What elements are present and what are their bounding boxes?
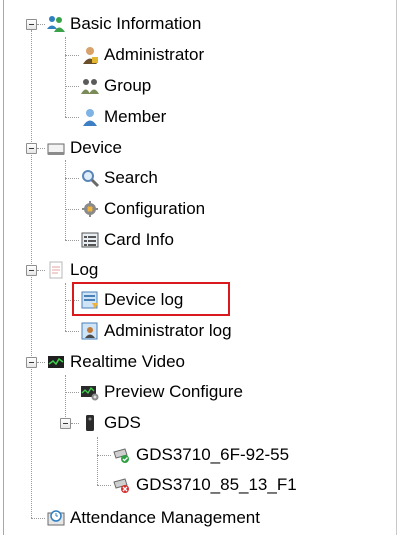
camera-offline-icon — [112, 475, 132, 495]
tree-node-label: Basic Information — [70, 14, 202, 33]
tree-node-gds3710-85-13-f1[interactable]: GDS3710_85_13_F1 — [112, 473, 297, 497]
group-users-icon — [80, 76, 100, 96]
tree-node-label: GDS — [104, 413, 141, 432]
tree-node-label: GDS3710_85_13_F1 — [136, 475, 297, 494]
tree-node-label: Administrator log — [104, 321, 232, 340]
tree-connector — [65, 178, 79, 179]
tree-node-attendance-management[interactable]: Attendance Management — [46, 506, 260, 530]
navigation-tree-panel: Basic Information Administrator Group Me… — [0, 0, 399, 535]
tree-node-administrator[interactable]: Administrator — [80, 43, 204, 67]
tree-node-label: Preview Configure — [104, 382, 243, 401]
tree-connector — [31, 518, 45, 519]
tree-node-realtime-video[interactable]: Realtime Video — [46, 350, 185, 374]
tree-connector — [37, 270, 45, 271]
search-magnifier-icon — [80, 168, 100, 188]
admin-log-icon — [80, 321, 100, 341]
tree-node-label: Member — [104, 107, 167, 126]
tree-connector — [65, 55, 79, 56]
collapse-toggle-realtime-video[interactable] — [26, 357, 37, 368]
tree-connector — [97, 455, 111, 456]
camera-online-icon — [112, 445, 132, 465]
tree-connector — [37, 148, 45, 149]
attendance-clock-icon — [46, 508, 66, 528]
tree-node-basic-information[interactable]: Basic Information — [46, 12, 201, 36]
tree-node-label: Attendance Management — [70, 508, 260, 527]
gds-device-icon — [80, 413, 100, 433]
collapse-toggle-basic-information[interactable] — [26, 19, 37, 30]
card-list-icon — [80, 230, 100, 250]
collapse-toggle-gds[interactable] — [60, 418, 71, 429]
tree-connector — [71, 423, 79, 424]
tree-connector — [97, 485, 111, 486]
tree-node-label: Card Info — [104, 230, 174, 249]
tree-node-device[interactable]: Device — [46, 136, 122, 160]
tree-node-gds[interactable]: GDS — [80, 411, 141, 435]
tree-node-device-log[interactable]: Device log — [80, 288, 183, 312]
tree-connector — [65, 209, 79, 210]
tree-connector — [65, 86, 79, 87]
panel-right-border — [396, 0, 397, 535]
tree-node-member[interactable]: Member — [80, 105, 166, 129]
tree-connector — [65, 283, 66, 331]
member-user-icon — [80, 107, 100, 127]
tree-connector — [65, 331, 79, 332]
collapse-toggle-device[interactable] — [26, 143, 37, 154]
tree-node-label: Group — [104, 76, 152, 95]
tree-node-search[interactable]: Search — [80, 166, 158, 190]
log-document-icon — [46, 260, 66, 280]
tree-connector — [65, 375, 66, 423]
tree-node-log[interactable]: Log — [46, 258, 98, 282]
tree-node-label: Device log — [104, 290, 184, 309]
tree-connector — [65, 240, 79, 241]
video-monitor-icon — [46, 352, 66, 372]
tree-node-label: GDS3710_6F-92-55 — [136, 445, 290, 464]
preview-configure-icon — [80, 382, 100, 402]
panel-left-border — [3, 0, 4, 535]
tree-node-configuration[interactable]: Configuration — [80, 197, 205, 221]
tree-node-label: Realtime Video — [70, 352, 185, 371]
tree-connector — [97, 437, 98, 485]
people-group-icon — [46, 14, 66, 34]
tree-connector — [65, 392, 79, 393]
tree-connector — [37, 24, 45, 25]
collapse-toggle-log[interactable] — [26, 265, 37, 276]
device-icon — [46, 138, 66, 158]
tree-node-preview-configure[interactable]: Preview Configure — [80, 380, 243, 404]
administrator-user-icon — [80, 45, 100, 65]
tree-connector — [65, 117, 79, 118]
tree-node-label: Log — [70, 260, 99, 279]
tree-node-label: Search — [104, 168, 158, 187]
tree-node-card-info[interactable]: Card Info — [80, 228, 174, 252]
tree-connector — [37, 362, 45, 363]
tree-node-label: Configuration — [104, 199, 206, 218]
gear-icon — [80, 199, 100, 219]
tree-node-label: Device — [70, 138, 122, 157]
tree-node-gds3710-6f-92-55[interactable]: GDS3710_6F-92-55 — [112, 443, 289, 467]
tree-node-administrator-log[interactable]: Administrator log — [80, 319, 232, 343]
tree-node-label: Administrator — [104, 45, 205, 64]
tree-connector — [65, 37, 66, 117]
device-log-icon — [80, 290, 100, 310]
tree-node-group[interactable]: Group — [80, 74, 151, 98]
tree-connector — [65, 160, 66, 240]
